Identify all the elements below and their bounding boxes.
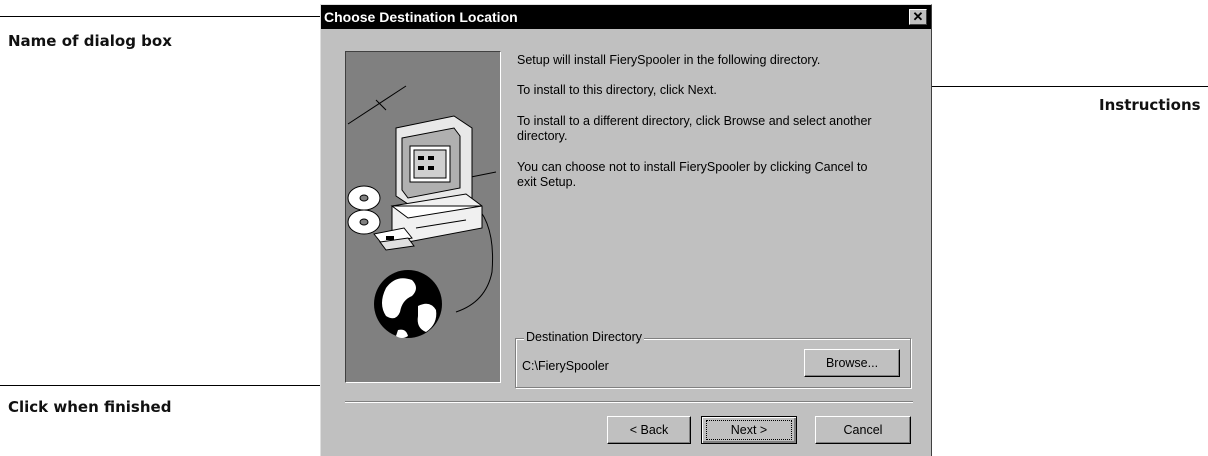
next-button[interactable]: Next > — [701, 416, 797, 444]
instruction-line-1: Setup will install FierySpooler in the f… — [517, 53, 821, 67]
instruction-line-2: To install to this directory, click Next… — [517, 83, 717, 97]
cd-disc-icon — [347, 185, 381, 235]
globe-icon — [374, 270, 442, 338]
close-button[interactable]: ✕ — [909, 9, 927, 25]
leader-line-dialog-name — [0, 16, 320, 17]
back-button-label: < Back — [629, 423, 669, 437]
browse-button-label: Browse... — [825, 356, 879, 370]
callout-dialog-name: Name of dialog box — [8, 32, 172, 50]
dialog-titlebar: Choose Destination Location ✕ — [321, 5, 931, 29]
cancel-button[interactable]: Cancel — [815, 416, 911, 444]
destination-directory-label: Destination Directory — [524, 330, 645, 344]
cancel-button-label: Cancel — [843, 423, 883, 437]
instruction-line-4: directory. — [517, 129, 568, 143]
instruction-line-3: To install to a different directory, cli… — [517, 114, 872, 128]
back-button[interactable]: < Back — [607, 416, 691, 444]
instruction-line-5: You can choose not to install FierySpool… — [517, 160, 868, 174]
callout-click-finished: Click when finished — [8, 398, 172, 416]
next-button-focus-ring — [706, 420, 792, 440]
close-icon: ✕ — [912, 9, 924, 24]
computer-monitor-icon — [390, 115, 483, 243]
setup-illustration — [345, 51, 501, 383]
destination-path: C:\FierySpooler — [522, 359, 609, 373]
instruction-line-6: exit Setup. — [517, 175, 577, 189]
browse-button[interactable]: Browse... — [804, 349, 900, 377]
dialog-title: Choose Destination Location — [324, 9, 518, 25]
destination-directory-group: Destination Directory C:\FierySpooler Br… — [515, 330, 911, 388]
setup-illustration-svg — [347, 85, 497, 338]
dialog-separator — [345, 401, 913, 403]
choose-destination-dialog: Choose Destination Location ✕ Setup will… — [320, 4, 932, 456]
callout-instructions: Instructions — [1099, 96, 1201, 114]
